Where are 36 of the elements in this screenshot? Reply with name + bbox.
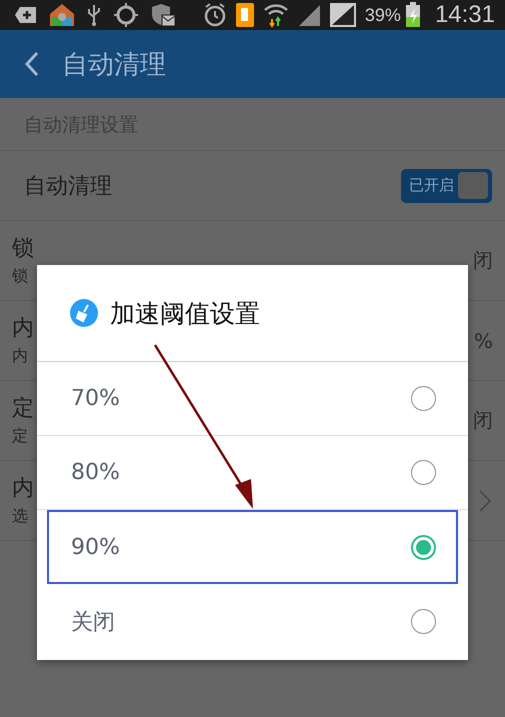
setting-subtitle: 锁 — [12, 266, 29, 286]
setting-value: 闭 — [473, 407, 493, 434]
alarm-icon — [202, 2, 227, 28]
broom-icon — [70, 299, 98, 327]
wifi-icon — [262, 2, 289, 28]
setting-title: 锁 — [12, 236, 34, 262]
battery-charging-icon — [404, 2, 421, 28]
setting-title: 内 — [12, 476, 34, 502]
dialog-title: 加速阈值设置 — [110, 298, 260, 330]
setting-subtitle: 定 — [12, 426, 29, 446]
clock-time: 14:31 — [434, 1, 495, 29]
page-title: 自动清理 — [62, 48, 166, 82]
document-icon — [234, 2, 255, 28]
setting-label: 自动清理 — [24, 172, 112, 200]
radio-option[interactable]: 90% — [47, 510, 458, 584]
radio-button[interactable] — [411, 534, 436, 560]
setting-title: 定 — [12, 396, 34, 422]
setting-subtitle: 内 — [12, 346, 29, 366]
radio-option[interactable]: 70% — [37, 362, 468, 436]
radio-button[interactable] — [411, 460, 436, 485]
radio-option[interactable]: 关闭 — [37, 584, 468, 659]
radio-button[interactable] — [411, 386, 436, 411]
chevron-icon — [479, 490, 491, 512]
toggle-switch[interactable]: 已开启 — [401, 168, 492, 202]
usb-icon — [86, 3, 102, 27]
signal-icon — [296, 3, 321, 27]
add-icon — [14, 5, 38, 25]
radio-button[interactable] — [411, 609, 436, 634]
setting-value: % — [474, 328, 493, 352]
setting-value: 闭 — [473, 247, 493, 274]
location-icon — [113, 2, 139, 28]
setting-title: 内 — [12, 316, 34, 342]
home-gear-icon — [49, 3, 75, 27]
battery-percent: 39% — [364, 4, 401, 26]
setting-subtitle: 选 — [12, 506, 29, 526]
back-icon[interactable] — [24, 51, 40, 77]
